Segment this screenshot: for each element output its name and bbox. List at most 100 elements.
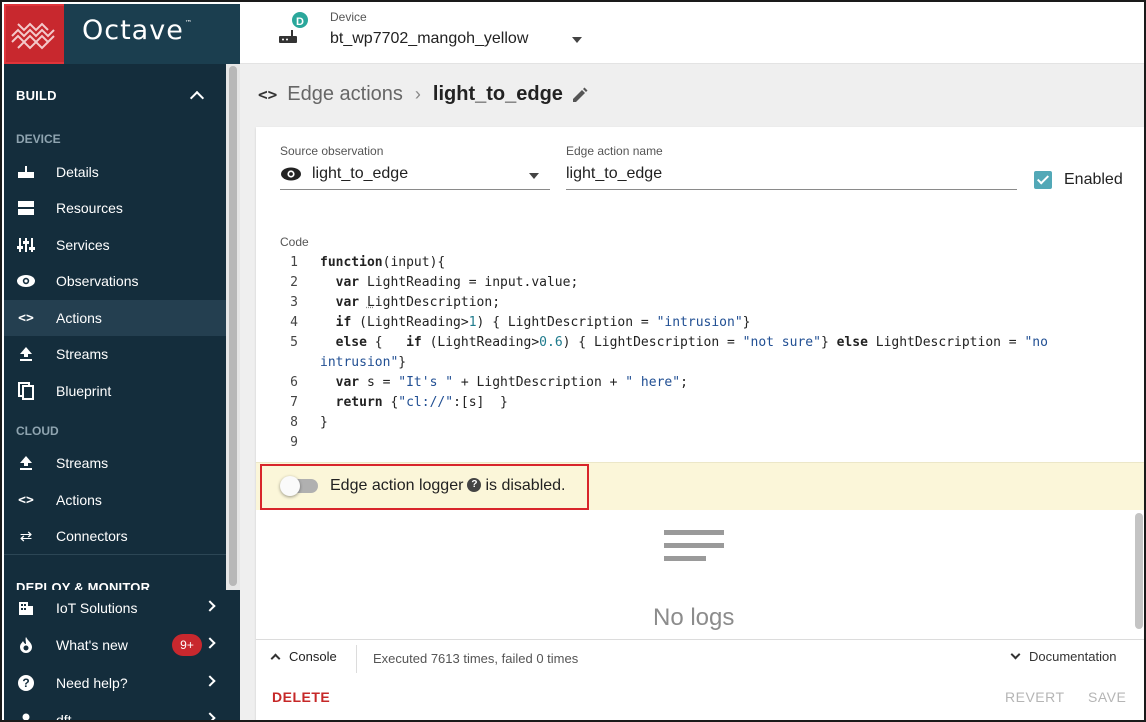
chevron-up-icon[interactable] [189,90,205,106]
chevron-right-icon [204,637,216,649]
sidebar-item-label: Actions [56,310,102,326]
sidebar-item-details[interactable]: Details [4,154,226,190]
sidebar-item-connectors[interactable]: ⇄ Connectors [4,518,226,554]
device-badge: D [290,10,310,30]
code-line: 7 return {"cl://":[s] } [290,395,508,410]
sidebar-item-cloud-actions[interactable]: <> Actions [4,482,226,518]
code-line: 3 var LightDescription; [290,295,501,310]
sidebar-item-cloud-streams[interactable]: Streams [4,445,226,481]
execution-stats: Executed 7613 times, failed 0 times [373,651,579,666]
sidebar-item-actions[interactable]: <> Actions [4,300,226,336]
revert-button[interactable]: REVERT [1005,689,1065,705]
sidebar-item-services[interactable]: Services [4,227,226,263]
delete-button[interactable]: DELETE [272,689,330,705]
chevron-right-icon [204,712,216,720]
divider [356,645,357,673]
eye-icon [16,272,36,290]
sidebar-item-resources[interactable]: Resources [4,190,226,226]
breadcrumb-parent[interactable]: Edge actions [287,83,403,106]
name-underline [566,189,1017,190]
storage-icon [16,199,36,217]
sidebar-bottom-menu: IoT Solutions What's new ? Need help? df… [4,590,240,720]
code-line: 4 if (LightReading>1) { LightDescription… [290,315,751,330]
code-line: 6 var s = "It's " + LightDescription + "… [290,375,688,390]
logo-mark[interactable] [4,4,66,64]
brand-name: Octave™ [82,15,193,46]
source-observation-label: Source observation [280,144,384,158]
chevron-down-icon[interactable] [572,37,582,43]
building-icon [16,599,36,617]
logger-label: Edge action logger [330,477,464,494]
help-icon: ? [16,674,36,692]
sidebar-item-label: Streams [56,455,109,471]
no-logs-message: No logs [653,604,735,631]
sidebar-item-label: Observations [56,273,139,289]
octave-logo-icon [11,22,55,50]
sidebar-item-streams[interactable]: Streams [4,336,226,372]
sidebar-item-label: IoT Solutions [56,600,138,616]
logs-scrollbar[interactable] [1135,513,1143,629]
code-icon: <> [18,310,34,326]
logger-state: is disabled. [485,477,566,494]
sidebar-item-user[interactable]: dft [4,702,226,720]
code-line: 8} [290,415,328,430]
chevron-right-icon: › [414,84,421,104]
sliders-icon [16,236,36,254]
eye-icon [281,167,301,181]
logger-status: Edge action logger? is disabled. [330,477,565,495]
chevron-right-icon [204,675,216,687]
main-content: <> Edge actions › light_to_edge Source o… [240,64,1144,720]
group-cloud: CLOUD [16,424,59,438]
sidebar-item-label: Resources [56,200,123,216]
sidebar-item-label: Streams [56,346,109,362]
fire-icon [16,636,36,654]
enabled-label: Enabled [1064,171,1123,188]
code-icon: <> [18,492,34,508]
source-observation-select[interactable]: light_to_edge [312,165,408,183]
router-icon [16,163,36,181]
upload-icon [16,454,36,472]
documentation-link[interactable]: Documentation [1010,649,1116,664]
sidebar-item-observations[interactable]: Observations [4,263,226,299]
page-title: light_to_edge [432,83,563,105]
code-line: intrusion"} [320,355,407,370]
sidebar-item-need-help[interactable]: ? Need help? [4,665,226,701]
section-build[interactable]: BUILD [16,88,57,103]
sidebar-item-blueprint[interactable]: Blueprint [4,373,226,409]
sidebar-scrollbar[interactable] [226,64,240,590]
help-icon[interactable]: ? [467,477,482,492]
device-label: Device [330,10,367,24]
chevron-down-icon[interactable] [529,173,539,179]
edge-action-name-label: Edge action name [566,144,663,158]
swap-icon: ⇄ [19,528,33,545]
enabled-checkbox[interactable] [1034,171,1052,189]
chevron-up-icon [270,653,281,664]
upload-icon [16,345,36,363]
edit-icon[interactable] [571,86,589,104]
sidebar-item-label: Need help? [56,675,128,691]
code-line: 1 function(input){ [290,255,446,270]
logger-toggle-knob[interactable] [280,476,300,496]
console-tab[interactable]: Console [270,649,337,664]
top-bar: D Device bt_wp7702_mangoh_yellow [240,4,1144,64]
code-editor[interactable]: 1 function(input){ 2 var LightReading = i… [280,253,1060,453]
code-line: 9 [290,435,298,450]
copy-icon [16,382,36,400]
chevron-right-icon [204,600,216,612]
router-icon [279,30,297,43]
sidebar-item-label: What's new [56,637,128,653]
edge-action-name-field[interactable]: light_to_edge [566,165,662,183]
code-icon: <> [258,85,278,104]
device-selector[interactable]: bt_wp7702_mangoh_yellow [330,30,528,48]
save-button[interactable]: SAVE [1088,689,1126,705]
divider [4,554,226,555]
person-icon [16,711,36,720]
scrollbar-thumb[interactable] [229,66,237,586]
code-line: 2 var LightReading = input.value; [290,275,579,290]
group-device: DEVICE [16,132,61,146]
sidebar-item-iot-solutions[interactable]: IoT Solutions [4,590,226,626]
code-label: Code [280,235,309,249]
whats-new-badge: 9+ [172,634,202,656]
source-underline [280,189,550,190]
app-window: Octave™ D Device bt_wp7702_mangoh_yellow… [0,0,1146,722]
